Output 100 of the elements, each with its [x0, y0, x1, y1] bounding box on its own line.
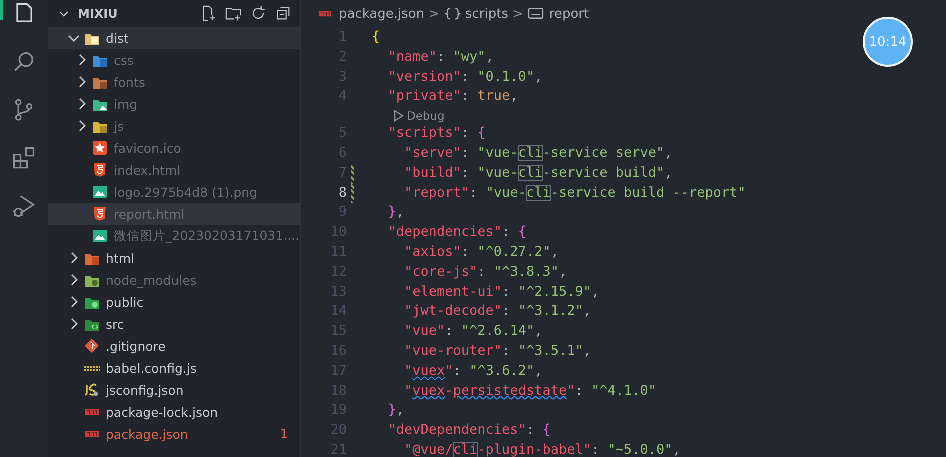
refresh-icon[interactable] [250, 5, 267, 22]
code-text: "^3.8.3" [494, 264, 559, 280]
code-text: "@vue/ [404, 442, 454, 457]
code-text: - [445, 382, 454, 399]
code-text: "core-js" [404, 264, 478, 280]
highlighted-word: cli [526, 184, 551, 201]
code-text: "^2.6.14" [461, 323, 535, 340]
code-text: { [372, 29, 380, 45]
code-text: : [437, 48, 446, 65]
breadcrumb-separator: > [428, 6, 440, 22]
misspelled-word: vuex [412, 362, 446, 379]
code-text: "report" [404, 184, 470, 201]
image-file-icon [92, 228, 108, 244]
image-file-icon [92, 184, 108, 200]
html-file-icon [92, 162, 108, 178]
code-text: , [558, 264, 568, 280]
code-text: , [486, 48, 494, 65]
code-text: : [461, 144, 471, 161]
code-text: , [591, 284, 600, 300]
code-text: "vue" [404, 323, 446, 340]
tree-item[interactable]: babel.config.js [48, 357, 300, 379]
code-text: true [478, 88, 510, 104]
braces-icon [444, 7, 462, 21]
code-text: , [510, 88, 518, 104]
code-text: "vue- [486, 184, 526, 201]
string-icon [527, 7, 546, 21]
extensions-icon[interactable] [11, 145, 37, 171]
code-text: , [534, 323, 543, 340]
code-text: -service build --report" [550, 184, 746, 201]
code-text: : [445, 323, 454, 340]
code-text: "version" [387, 68, 462, 85]
code-text: "axios" [404, 244, 462, 260]
code-text: : [502, 342, 512, 359]
code-text: : [478, 264, 487, 280]
code-text: "^0.27.2" [478, 244, 551, 260]
code-text: " [404, 382, 413, 399]
new-folder-icon[interactable] [225, 5, 242, 22]
code-text: : [461, 88, 471, 104]
code-text: -plugin-babel" [478, 442, 592, 457]
code-text: "vue-router" [404, 342, 502, 359]
tree-item[interactable]: .gitignore [48, 335, 300, 357]
debug-link[interactable]: Debug [407, 108, 445, 123]
code-text: "^3.5.1" [518, 342, 584, 359]
new-file-icon[interactable] [200, 5, 217, 22]
code-text: , [664, 144, 673, 161]
code-text: "element-ui" [404, 284, 502, 300]
code-text: : [502, 303, 512, 320]
code-text: { [518, 224, 526, 240]
breadcrumb-separator: > [512, 6, 524, 22]
section-title[interactable]: MIXIU [78, 6, 118, 20]
code-text: : [470, 184, 479, 201]
code-text: "private" [387, 88, 462, 104]
code-text: " [445, 362, 454, 379]
code-text: : [461, 244, 471, 260]
babel-icon [84, 366, 100, 370]
code-text: " [567, 382, 576, 399]
misspelled-word: vuex [412, 382, 446, 399]
tree-item[interactable]: public [48, 291, 300, 313]
code-text: } [387, 204, 396, 220]
active-indicator [0, 0, 3, 20]
code-text: , [550, 244, 559, 260]
code-text: , [672, 442, 681, 457]
code-text: "^3.1.2" [518, 303, 584, 320]
code-text: : [461, 164, 471, 181]
highlighted-word: cli [518, 164, 543, 181]
problem-count: 1 [280, 427, 288, 441]
tree-item[interactable]: package.json 1 [48, 423, 300, 445]
tree-item[interactable]: jsconfig.json [48, 379, 300, 401]
code-text: : [591, 442, 601, 457]
code-text: "vue- [478, 164, 518, 181]
code-text: "wy" [453, 48, 486, 65]
code-text: } [387, 402, 396, 418]
tree-item[interactable]: html [48, 247, 300, 269]
code-text: : [461, 68, 471, 85]
breadcrumb-item[interactable]: package.json [339, 6, 425, 22]
code-text: : [453, 362, 462, 379]
code-text: "^2.15.9" [518, 284, 592, 300]
code-text: "dependencies" [387, 224, 502, 240]
code-text: "serve" [404, 144, 462, 161]
code-text: : [526, 422, 536, 438]
code-text: "0.1.0" [478, 68, 535, 85]
code-text: -service serve" [542, 144, 665, 161]
tree-item[interactable]: dist [48, 27, 300, 49]
run-debug-icon[interactable] [11, 193, 37, 219]
code-text: , [396, 204, 405, 220]
tree-item[interactable]: src [48, 313, 300, 335]
code-text: { [478, 125, 486, 142]
tree-item[interactable]: package-lock.json [48, 401, 300, 423]
collapse-all-icon[interactable] [275, 5, 292, 22]
line-number: 8 [338, 184, 348, 203]
code-text: "build" [404, 164, 462, 181]
code-text: "^3.6.2" [470, 362, 535, 379]
star-icon [92, 140, 108, 156]
code-text: "~5.0.0" [608, 442, 673, 457]
breadcrumb-item[interactable]: report [549, 6, 590, 22]
code-text: : [461, 125, 471, 142]
code-text: : [575, 382, 584, 399]
code-text: , [664, 164, 673, 181]
breadcrumb-item[interactable]: scripts [466, 6, 508, 22]
code-text: "jwt-decode" [404, 303, 502, 320]
